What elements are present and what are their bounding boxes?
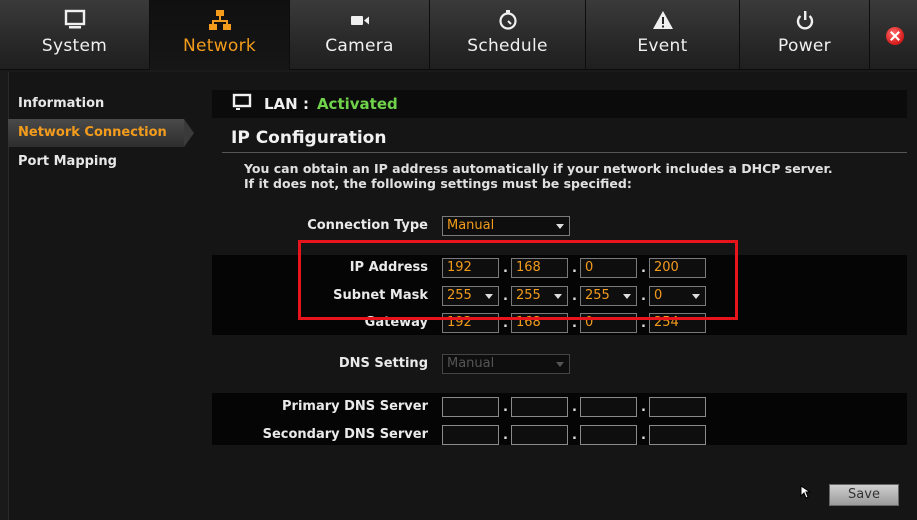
- top-nav: System Network Camera Schedule Event Pow…: [0, 0, 917, 70]
- section-divider: [222, 152, 907, 153]
- secondary-dns-label: Secondary DNS Server: [262, 427, 428, 442]
- dns-setting-value: Manual: [447, 356, 495, 371]
- description: You can obtain an IP address automatical…: [244, 161, 833, 191]
- power-icon: [794, 2, 816, 32]
- tab-power-label: Power: [778, 36, 831, 56]
- secondary-dns-octet-4[interactable]: [649, 425, 706, 445]
- tab-camera-label: Camera: [325, 36, 394, 56]
- tab-schedule-label: Schedule: [467, 36, 548, 56]
- primary-dns-octet-1[interactable]: [442, 397, 499, 417]
- mouse-cursor-icon: [800, 484, 812, 503]
- dns-setting-label: DNS Setting: [338, 356, 428, 371]
- lan-status: Activated: [316, 95, 398, 113]
- monitor-icon: [232, 92, 252, 116]
- primary-dns-octet-2[interactable]: [511, 397, 568, 417]
- tab-network[interactable]: Network: [150, 0, 290, 70]
- connection-type-select[interactable]: Manual: [442, 216, 570, 236]
- secondary-dns-octet-2[interactable]: [511, 425, 568, 445]
- tab-network-label: Network: [182, 36, 257, 56]
- monitor-icon: [64, 2, 86, 32]
- warning-icon: [652, 2, 674, 32]
- close-icon[interactable]: [886, 27, 904, 45]
- description-line-2: If it does not, the following settings m…: [244, 176, 632, 191]
- secondary-dns-octet-1[interactable]: [442, 425, 499, 445]
- primary-dns-octet-4[interactable]: [649, 397, 706, 417]
- secondary-dns-octet-3[interactable]: [580, 425, 637, 445]
- description-line-1: You can obtain an IP address automatical…: [244, 161, 833, 176]
- primary-dns-octet-3[interactable]: [580, 397, 637, 417]
- highlight-box: [298, 240, 738, 320]
- tab-event-label: Event: [637, 36, 688, 56]
- lan-label: LAN :: [264, 95, 309, 113]
- lan-status-bar: LAN : Activated: [212, 90, 907, 118]
- tab-schedule[interactable]: Schedule: [430, 0, 586, 70]
- dns-dot: .: [641, 428, 646, 443]
- sidebar: Information Network Connection Port Mapp…: [8, 90, 198, 177]
- connection-type-label: Connection Type: [307, 218, 428, 233]
- tab-event[interactable]: Event: [586, 0, 740, 70]
- tab-system-label: System: [41, 36, 108, 56]
- chevron-down-icon: [556, 224, 564, 229]
- dns-dot: .: [503, 428, 508, 443]
- section-title: IP Configuration: [231, 128, 387, 148]
- sidebar-item-port-mapping[interactable]: Port Mapping: [8, 148, 198, 176]
- primary-dns-label: Primary DNS Server: [282, 399, 428, 414]
- chevron-down-icon: [556, 362, 564, 367]
- clock-icon: [497, 2, 519, 32]
- save-button[interactable]: Save: [829, 484, 899, 506]
- dns-dot: .: [572, 428, 577, 443]
- network-icon: [208, 2, 231, 32]
- tab-power[interactable]: Power: [740, 0, 870, 70]
- dns-dot: .: [503, 400, 508, 415]
- dns-dot: .: [641, 400, 646, 415]
- sidebar-item-network-connection[interactable]: Network Connection: [8, 119, 194, 147]
- camera-icon: [349, 2, 371, 32]
- sidebar-item-information[interactable]: Information: [8, 90, 198, 118]
- dns-setting-select[interactable]: Manual: [442, 354, 570, 374]
- tab-system[interactable]: System: [0, 0, 150, 70]
- tab-camera[interactable]: Camera: [290, 0, 430, 70]
- dns-dot: .: [572, 400, 577, 415]
- connection-type-value: Manual: [447, 218, 495, 233]
